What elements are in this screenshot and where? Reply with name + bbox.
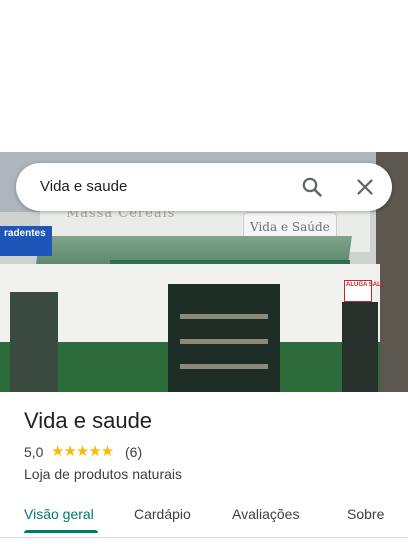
tab-overview[interactable]: Visão geral [24,506,94,522]
close-icon[interactable] [353,175,377,199]
tabs-divider [0,537,408,538]
photo-shelf [180,314,268,319]
photo-shelf [180,339,268,344]
photo-street-sign-text: radentes [4,228,46,239]
photo-shelf [180,364,268,369]
place-category[interactable]: Loja de produtos naturais [24,466,182,482]
place-tabs: Visão geral Cardápio Avaliações Sobre [0,498,408,538]
photo-shop-sign-text: Vida e Saúde [250,220,330,234]
star-rating-icon: ★★★★★ [51,443,114,460]
tab-about[interactable]: Sobre [347,506,384,522]
photo-left-door [10,292,58,392]
photo-shop-door [168,284,280,392]
search-bar[interactable]: Vida e saude [16,163,392,211]
tab-menu[interactable]: Cardápio [134,506,191,522]
rating-value: 5,0 [24,444,44,460]
active-tab-indicator [24,530,98,533]
place-title: Vida e saude [24,408,153,433]
photo-right-door [342,302,378,392]
review-count[interactable]: (6) [125,444,142,460]
photo-rent-sign-text: ALUGA SALA [346,282,386,288]
tab-reviews[interactable]: Avaliações [232,506,299,522]
search-icon[interactable] [300,175,324,199]
search-input[interactable]: Vida e saude [40,178,127,195]
map-area-blank [0,0,408,152]
